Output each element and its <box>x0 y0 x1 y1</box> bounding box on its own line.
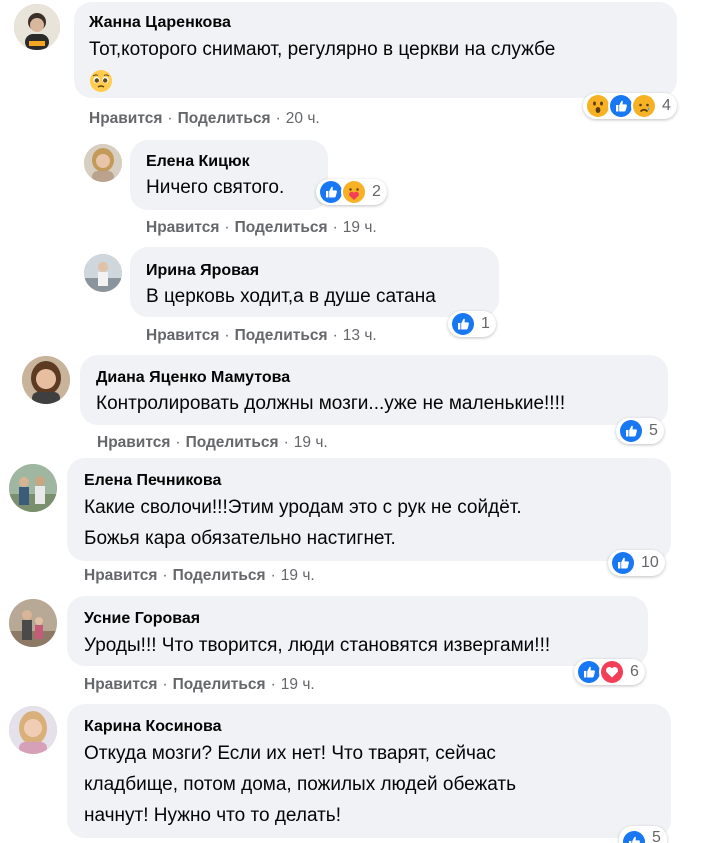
comment-bubble: Усние Горовая Уроды!!! Что творится, люд… <box>67 596 648 666</box>
comment-bubble: Елена Печникова Какие сволочи!!!Этим уро… <box>67 458 671 561</box>
separator: · <box>283 434 289 451</box>
comment-text: Уроды!!! Что творится, люди становятся и… <box>84 635 551 656</box>
care-reaction-icon <box>341 179 367 205</box>
comment-bubble: Жанна Царенкова Тот,которого снимают, ре… <box>74 2 677 98</box>
separator: · <box>175 434 181 451</box>
like-button[interactable]: Нравится <box>97 434 170 451</box>
comment-actions: Нравится · Поделиться · 19 ч. <box>84 676 315 694</box>
comment-author[interactable]: Елена Печникова <box>84 472 221 490</box>
timestamp[interactable]: 19 ч. <box>343 219 377 236</box>
comment-actions: Нравится · Поделиться · 13 ч. <box>146 327 377 345</box>
love-reaction-icon <box>599 659 625 685</box>
share-button[interactable]: Поделиться <box>186 434 279 451</box>
avatar[interactable] <box>9 706 57 754</box>
share-button[interactable]: Поделиться <box>235 219 328 236</box>
separator: · <box>270 567 276 584</box>
separator: · <box>270 676 276 693</box>
reaction-count: 6 <box>630 663 639 680</box>
comment-author[interactable]: Жанна Царенкова <box>89 14 231 32</box>
reactions-summary[interactable]: 1 <box>448 311 496 337</box>
like-reaction-icon <box>610 550 636 576</box>
separator: · <box>162 567 168 584</box>
timestamp[interactable]: 20 ч. <box>286 110 320 127</box>
comment-bubble: Карина Косинова Откуда мозги? Если их не… <box>67 704 671 838</box>
timestamp[interactable]: 19 ч. <box>294 434 328 451</box>
share-button[interactable]: Поделиться <box>235 327 328 344</box>
like-button[interactable]: Нравится <box>89 110 162 127</box>
separator: · <box>167 110 173 127</box>
reactions-summary[interactable]: 5 <box>616 418 664 444</box>
avatar[interactable] <box>22 356 70 404</box>
comment-text: Какие сволочи!!!Этим уродам это с рук не… <box>84 497 522 549</box>
avatar[interactable] <box>84 254 122 292</box>
share-button[interactable]: Поделиться <box>173 567 266 584</box>
reaction-count: 5 <box>652 829 661 843</box>
pleading-face-icon <box>89 69 113 93</box>
comment-bubble: Ирина Яровая В церковь ходит,а в душе са… <box>130 247 499 317</box>
comment-text: Ничего святого. <box>146 177 285 198</box>
avatar[interactable] <box>14 4 60 50</box>
reaction-count: 5 <box>649 422 658 439</box>
comment-author[interactable]: Ирина Яровая <box>146 262 259 280</box>
comment-actions: Нравится · Поделиться · 19 ч. <box>97 434 328 452</box>
comment-actions: Нравится · Поделиться · 20 ч. <box>89 110 320 128</box>
comment-text: Тот,которого снимают, регулярно в церкви… <box>89 39 556 60</box>
like-button[interactable]: Нравится <box>146 327 219 344</box>
comment-actions: Нравится · Поделиться · 19 ч. <box>146 219 377 237</box>
separator: · <box>224 327 230 344</box>
separator: · <box>275 110 281 127</box>
like-reaction-icon <box>621 829 647 843</box>
comment-actions: Нравится · Поделиться · 19 ч. <box>84 567 315 585</box>
comment-text: Откуда мозги? Если их нет! Что тварят, с… <box>84 743 516 826</box>
reaction-count: 1 <box>481 315 490 332</box>
like-button[interactable]: Нравится <box>84 676 157 693</box>
comment-bubble: Елена Кицюк Ничего святого. <box>130 140 328 210</box>
comment-author[interactable]: Диана Яценко Мамутова <box>96 369 290 387</box>
like-reaction-icon <box>450 311 476 337</box>
reaction-count: 2 <box>372 183 381 200</box>
like-button[interactable]: Нравится <box>84 567 157 584</box>
separator: · <box>332 219 338 236</box>
comment-bubble: Диана Яценко Мамутова Контролировать дол… <box>80 355 668 425</box>
avatar[interactable] <box>9 599 57 647</box>
share-button[interactable]: Поделиться <box>173 676 266 693</box>
separator: · <box>162 676 168 693</box>
reactions-summary[interactable]: 2 <box>316 179 387 205</box>
separator: · <box>332 327 338 344</box>
comment-text: В церковь ходит,а в душе сатана <box>146 286 436 307</box>
reactions-summary[interactable]: 4 <box>583 93 677 119</box>
timestamp[interactable]: 19 ч. <box>281 676 315 693</box>
separator: · <box>224 219 230 236</box>
share-button[interactable]: Поделиться <box>178 110 271 127</box>
timestamp[interactable]: 13 ч. <box>343 327 377 344</box>
sad-reaction-icon <box>631 93 657 119</box>
comment-author[interactable]: Усние Горовая <box>84 610 200 628</box>
like-button[interactable]: Нравится <box>146 219 219 236</box>
reactions-summary[interactable]: 10 <box>608 550 665 576</box>
like-reaction-icon <box>618 418 644 444</box>
avatar[interactable] <box>84 144 122 182</box>
reaction-count: 10 <box>641 554 659 571</box>
comment-author[interactable]: Елена Кицюк <box>146 153 250 171</box>
reactions-summary[interactable]: 6 <box>574 659 645 685</box>
reaction-count: 4 <box>662 97 671 114</box>
comment-author[interactable]: Карина Косинова <box>84 718 222 736</box>
timestamp[interactable]: 19 ч. <box>281 567 315 584</box>
avatar[interactable] <box>9 464 57 512</box>
reactions-summary[interactable]: 5 <box>619 826 667 843</box>
comment-text: Контролировать должны мозги...уже не мал… <box>96 393 566 414</box>
